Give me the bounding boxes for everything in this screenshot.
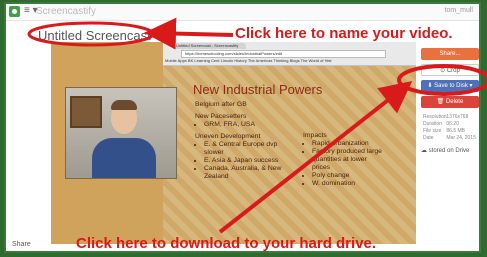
slide-title: New Industrial Powers [193, 82, 323, 97]
slide-bullet: Canada, Australia, & New Zealand [204, 165, 290, 181]
slide-right-column: Impacts Rapid urbanization Factory produ… [303, 132, 383, 188]
delete-label: Delete [445, 99, 464, 105]
video-metadata: Resolution 1376x768 Duration 06:20 File … [423, 114, 476, 142]
slide-bullet: E. & Central Europe dvp slower [204, 141, 290, 157]
slide-bullet: GRM, FRA, USA [204, 121, 290, 129]
webcam-overlay [65, 87, 177, 179]
slide-subhead: New Pacesetters [195, 113, 247, 120]
slide-bullet: W. domination [312, 180, 383, 188]
screencast-title[interactable]: Untitled Screencast [38, 28, 151, 43]
crop-icon: ⊙ [440, 68, 447, 74]
bookmarks-bar: Mobile Apps BK Learning Cent Lincoln His… [165, 58, 332, 63]
meta-value: Mar 24, 2015 [446, 135, 476, 141]
slide-subhead: Impacts [303, 132, 327, 139]
share-section-label: Share [12, 241, 31, 248]
slide-bullet: Factory produced large quantities at low… [312, 148, 383, 172]
slide-subhead: Belgium after GB [195, 101, 247, 108]
save-label: Save to Disk [434, 83, 468, 89]
drive-status-label: stored on Drive [428, 148, 470, 154]
chevron-down-icon: ▾ [467, 83, 473, 89]
crop-label: Crop [446, 68, 460, 74]
annotation-name-video: Click here to name your video. [235, 25, 453, 42]
presenter-shirt [92, 138, 156, 178]
video-preview[interactable]: Untitled Screencast - Screencastify http… [51, 42, 416, 244]
drive-icon: ☁ [421, 148, 429, 154]
top-bar: ≡ ▾ Screencastify tom_mull [6, 4, 479, 21]
meta-key: Resolution [423, 114, 447, 120]
meta-value: 86.5 MB [446, 128, 466, 134]
delete-button[interactable]: 🗑 Delete [421, 96, 479, 108]
share-button[interactable]: Share... [421, 48, 479, 60]
url-bar: https://homeschooling.com/slides/Industr… [181, 50, 386, 58]
trash-icon: 🗑 [436, 99, 446, 105]
meta-key: File size [423, 128, 442, 134]
slide-bullet: Poly change [312, 172, 383, 180]
drive-status[interactable]: ☁ stored on Drive [421, 147, 469, 154]
slide-left-column: Belgium after GB New Pacesetters GRM, FR… [195, 101, 290, 181]
browser-tab: Untitled Screencast - Screencastify [173, 43, 246, 49]
presentation-slide: New Industrial Powers Belgium after GB N… [163, 66, 416, 244]
slide-bullet: Rapid urbanization [312, 140, 383, 148]
meta-value: 06:20 [446, 121, 459, 127]
presenter-hair [111, 100, 137, 110]
crop-button[interactable]: ⊙ Crop [421, 64, 479, 76]
meta-key: Date [423, 135, 434, 141]
meta-key: Duration [423, 121, 442, 127]
slide-subhead: Uneven Development [195, 133, 261, 140]
wall-photo [70, 96, 102, 128]
app-logo-icon [9, 6, 20, 17]
app-name: Screencastify [36, 6, 97, 17]
recorded-browser-bar: Untitled Screencast - Screencastify http… [163, 42, 416, 66]
share-label: Share... [439, 51, 461, 57]
save-to-disk-button[interactable]: ⬇ Save to Disk ▾ [421, 80, 479, 92]
annotation-download: Click here to download to your hard driv… [76, 235, 377, 252]
action-sidebar: Share... ⊙ Crop ⬇ Save to Disk ▾ 🗑 Delet… [421, 42, 479, 222]
meta-value: 1376x768 [446, 114, 469, 120]
user-account[interactable]: tom_mull [445, 7, 473, 14]
slide-bullet: E. Asia & Japan success [204, 157, 290, 165]
